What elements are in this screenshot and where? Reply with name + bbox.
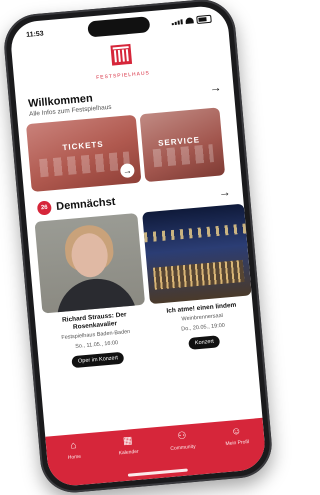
arrow-right-icon[interactable]: → xyxy=(119,163,135,179)
upcoming-title-row: 26 Demnächst xyxy=(36,195,116,216)
event-category-pill[interactable]: Konzert xyxy=(188,335,221,350)
community-icon: ⚇ xyxy=(177,430,187,443)
wifi-icon xyxy=(185,17,194,24)
tab-label: Community xyxy=(170,443,196,452)
portrait-shoulders xyxy=(53,275,138,314)
status-icons xyxy=(171,14,212,26)
tab-bar: ⌂ Home ▦ Kalender ⚇ Community ☺ Mein Pro… xyxy=(45,417,267,488)
tab-label: Home xyxy=(67,453,82,461)
building-facade-image xyxy=(152,144,214,168)
profile-icon: ☺ xyxy=(230,425,242,438)
event-card[interactable]: Richard Strauss: Der Rosenkavalier Fests… xyxy=(34,212,150,370)
event-image xyxy=(34,212,145,314)
stage-lights xyxy=(143,223,247,243)
battery-icon xyxy=(196,14,212,25)
arrow-right-icon[interactable]: → xyxy=(218,185,231,200)
building-facade-image xyxy=(39,151,131,178)
tab-profile[interactable]: ☺ Mein Profil xyxy=(214,425,259,448)
calendar-icon: ▦ xyxy=(122,435,133,448)
upcoming-title: Demnächst xyxy=(55,195,116,213)
service-tile[interactable]: SERVICE xyxy=(139,107,226,183)
arrow-right-icon[interactable]: → xyxy=(209,80,222,95)
tab-label: Mein Profil xyxy=(225,439,250,448)
home-indicator[interactable] xyxy=(127,468,188,477)
orchestra-scene xyxy=(152,259,245,290)
dynamic-island xyxy=(87,16,151,38)
event-cards: Richard Strauss: Der Rosenkavalier Fests… xyxy=(27,203,257,372)
tab-label: Kalender xyxy=(118,448,139,457)
tickets-tile[interactable]: TICKETS → xyxy=(25,114,142,193)
event-image xyxy=(141,203,252,305)
home-icon: ⌂ xyxy=(69,440,77,452)
tab-home[interactable]: ⌂ Home xyxy=(51,439,96,462)
signal-icon xyxy=(171,18,183,25)
phone-frame: 11:53 FESTSPIELHAUS Willkommen → Alle In… xyxy=(1,0,275,495)
tab-calendar[interactable]: ▦ Kalender xyxy=(105,435,150,458)
event-category-pill[interactable]: Oper im Konzert xyxy=(71,351,125,369)
status-time: 11:53 xyxy=(25,30,44,39)
event-card[interactable]: Ich atme! einen lindem Weinbrennersaal D… xyxy=(141,203,257,361)
app-screen: 11:53 FESTSPIELHAUS Willkommen → Alle In… xyxy=(9,4,267,488)
upcoming-count-badge: 26 xyxy=(36,200,52,216)
tab-community[interactable]: ⚇ Community xyxy=(160,430,205,453)
festspielhaus-logo-icon xyxy=(110,43,133,66)
